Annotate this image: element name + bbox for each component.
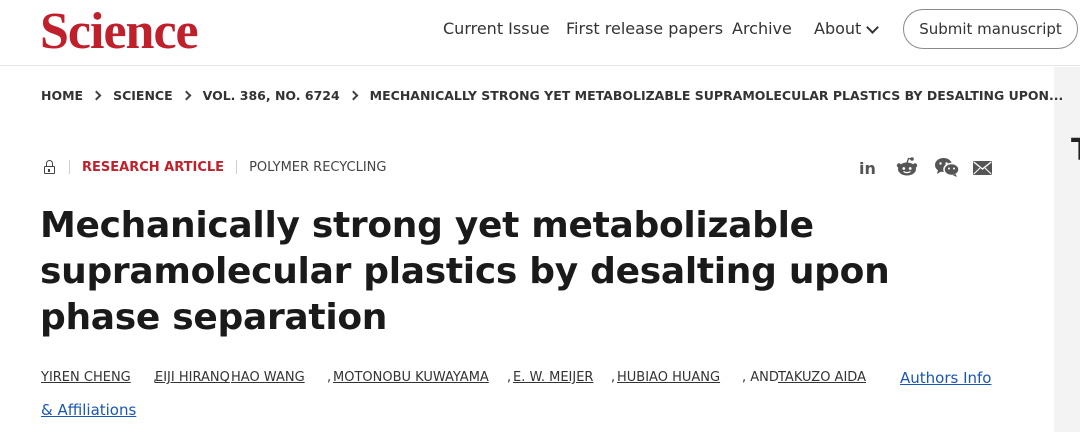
breadcrumb-current-article: MECHANICALLY STRONG YET METABOLIZABLE SU…	[369, 88, 1064, 103]
breadcrumb-science[interactable]: SCIENCE	[113, 88, 173, 103]
science-logo[interactable]: Science	[40, 4, 199, 60]
breadcrumb-volume[interactable]: VOL. 386, NO. 6724	[203, 88, 340, 103]
author-link[interactable]: HUBIAO HUANG	[617, 370, 720, 385]
author-link[interactable]: E. W. MEIJER	[513, 370, 593, 385]
nav-about-label: About	[814, 19, 862, 38]
author-link[interactable]: YIREN CHENG	[41, 370, 131, 385]
author-separator: , AND	[742, 370, 779, 385]
authors-info-link[interactable]: Authors Info	[900, 369, 991, 387]
right-sidebar	[1054, 67, 1080, 432]
divider	[236, 160, 238, 174]
reddit-icon[interactable]	[896, 156, 918, 178]
chevron-down-icon	[866, 21, 880, 34]
linkedin-icon[interactable]: in	[858, 157, 880, 179]
author-separator: ,	[507, 370, 512, 385]
breadcrumb: HOME SCIENCE VOL. 386, NO. 6724 MECHANIC…	[41, 88, 1063, 103]
article-meta: RESEARCH ARTICLE POLYMER RECYCLING	[44, 159, 386, 175]
chevron-right-icon	[91, 90, 102, 101]
right-sidebar-heading: T	[1071, 136, 1080, 166]
article-topic[interactable]: POLYMER RECYCLING	[249, 160, 386, 175]
author-link[interactable]: MOTONOBU KUWAYAMA	[333, 370, 489, 385]
article-type: RESEARCH ARTICLE	[82, 159, 225, 175]
breadcrumb-home[interactable]: HOME	[41, 88, 83, 103]
svg-text:in: in	[859, 159, 876, 177]
site-header: Science Current Issue First release pape…	[0, 0, 1080, 66]
divider	[69, 160, 70, 174]
lock-icon	[44, 160, 55, 174]
nav-current-issue[interactable]: Current Issue	[443, 19, 550, 38]
submit-manuscript-button[interactable]: Submit manuscript	[903, 9, 1078, 49]
author-link[interactable]: EIJI HIRANO	[155, 370, 230, 385]
author-separator: ,	[327, 370, 332, 385]
author-separator: ,	[224, 370, 229, 385]
nav-archive[interactable]: Archive	[732, 19, 792, 38]
affiliations-link[interactable]: & Affiliations	[41, 401, 136, 419]
chevron-right-icon	[181, 90, 192, 101]
author-link[interactable]: HAO WANG	[231, 370, 305, 385]
nav-about[interactable]: About	[814, 19, 880, 38]
author-link[interactable]: TAKUZO AIDA	[778, 370, 866, 385]
nav-first-release-papers[interactable]: First release papers	[566, 19, 723, 38]
article-title: Mechanically strong yet metabolizable su…	[40, 205, 890, 338]
author-separator: ,	[611, 370, 616, 385]
wechat-icon[interactable]	[934, 156, 960, 178]
email-icon[interactable]	[972, 157, 992, 179]
chevron-right-icon	[348, 90, 359, 101]
